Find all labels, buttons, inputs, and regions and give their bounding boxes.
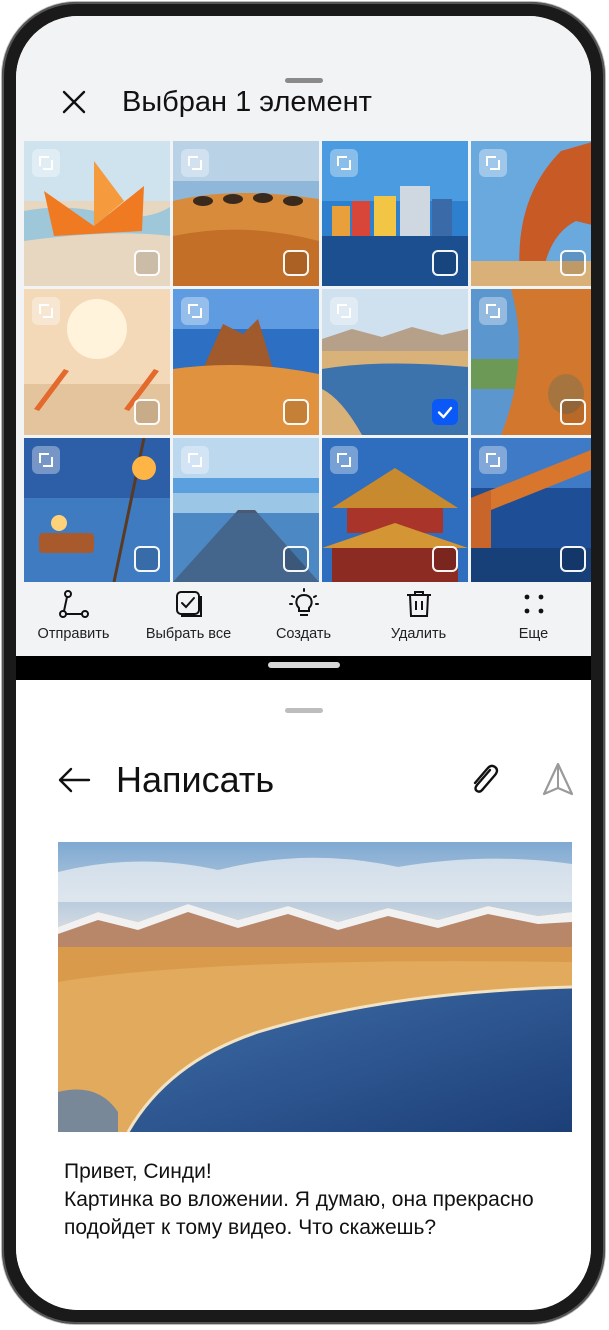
split-divider[interactable] — [16, 656, 591, 682]
message-greeting: Привет, Синди! — [64, 1160, 212, 1183]
screen: Выбран 1 элемент Отправить Выбрать все С… — [16, 16, 591, 1310]
expand-icon[interactable] — [479, 297, 507, 325]
select-checkbox[interactable] — [560, 250, 586, 276]
compose-header: Написать — [16, 750, 591, 810]
more-label: Еще — [518, 626, 549, 642]
expand-icon[interactable] — [479, 446, 507, 474]
compose-panel: Написать Привет, Синди! Картинка во влож… — [16, 680, 591, 1310]
back-arrow-icon — [58, 767, 91, 793]
expand-icon[interactable] — [32, 446, 60, 474]
photo-thumb-desert-camels[interactable] — [173, 141, 319, 286]
photo-thumb-paper-boat[interactable] — [24, 141, 170, 286]
send-icon — [542, 762, 574, 796]
photo-thumb-pagoda[interactable] — [322, 438, 468, 582]
select-all-button[interactable]: Выбрать все — [131, 588, 246, 642]
back-button[interactable] — [52, 758, 96, 802]
select-checkbox[interactable] — [283, 250, 309, 276]
select-checkbox-checked[interactable] — [432, 399, 458, 425]
select-checkbox[interactable] — [283, 399, 309, 425]
more-button[interactable]: Еще — [476, 588, 591, 642]
select-all-label: Выбрать все — [145, 626, 232, 642]
photo-thumb-bridge[interactable] — [471, 438, 591, 582]
phone-frame: Выбран 1 элемент Отправить Выбрать все С… — [2, 2, 605, 1324]
expand-icon[interactable] — [330, 149, 358, 177]
photo-thumb-lantern-sunset[interactable] — [24, 438, 170, 582]
select-checkbox[interactable] — [560, 399, 586, 425]
photo-thumb-lake-mountains[interactable] — [322, 289, 468, 435]
share-icon — [58, 590, 89, 618]
select-checkbox[interactable] — [134, 399, 160, 425]
photo-thumb-salt-road[interactable] — [173, 438, 319, 582]
attach-button[interactable] — [464, 760, 504, 800]
close-button[interactable] — [50, 78, 98, 126]
photo-thumb-tent-teddy[interactable] — [471, 289, 591, 435]
gallery-panel: Выбран 1 элемент Отправить Выбрать все С… — [16, 16, 591, 656]
expand-icon[interactable] — [181, 149, 209, 177]
expand-icon[interactable] — [330, 446, 358, 474]
expand-icon[interactable] — [32, 297, 60, 325]
delete-label: Удалить — [390, 626, 447, 642]
photo-thumb-rock-arch[interactable] — [471, 141, 591, 286]
message-body[interactable]: Привет, Синди! Картинка во вложении. Я д… — [64, 1158, 534, 1242]
select-checkbox[interactable] — [560, 546, 586, 572]
close-icon — [62, 90, 86, 114]
action-toolbar: Отправить Выбрать все Создать Удалить Ещ… — [16, 588, 591, 654]
select-all-icon — [175, 591, 202, 617]
check-icon — [437, 406, 453, 419]
message-text: Картинка во вложении. Я думаю, она прекр… — [64, 1188, 540, 1239]
trash-icon — [406, 591, 431, 617]
select-checkbox[interactable] — [134, 546, 160, 572]
selection-title: Выбран 1 элемент — [122, 85, 372, 118]
photo-thumb-desert-rocks[interactable] — [173, 289, 319, 435]
expand-icon[interactable] — [32, 149, 60, 177]
create-button[interactable]: Создать — [246, 588, 361, 642]
select-checkbox[interactable] — [432, 250, 458, 276]
share-label: Отправить — [37, 626, 110, 642]
split-handle[interactable] — [267, 662, 340, 668]
photo-thumb-beach-chairs[interactable] — [24, 289, 170, 435]
expand-icon[interactable] — [330, 297, 358, 325]
more-icon — [524, 594, 543, 614]
lightbulb-icon — [288, 588, 319, 616]
create-label: Создать — [275, 626, 332, 642]
select-checkbox[interactable] — [134, 250, 160, 276]
paperclip-icon — [473, 764, 499, 793]
drag-handle[interactable] — [284, 708, 323, 713]
attached-image[interactable] — [58, 842, 572, 1132]
expand-icon[interactable] — [181, 446, 209, 474]
send-button[interactable] — [538, 760, 578, 800]
expand-icon[interactable] — [479, 149, 507, 177]
select-checkbox[interactable] — [432, 546, 458, 572]
delete-button[interactable]: Удалить — [361, 588, 476, 642]
photo-grid — [24, 141, 591, 583]
expand-icon[interactable] — [181, 297, 209, 325]
share-button[interactable]: Отправить — [16, 588, 131, 642]
selection-header: Выбран 1 элемент — [16, 78, 591, 126]
photo-thumb-colorful-houses[interactable] — [322, 141, 468, 286]
compose-title: Написать — [116, 759, 275, 800]
select-checkbox[interactable] — [283, 546, 309, 572]
